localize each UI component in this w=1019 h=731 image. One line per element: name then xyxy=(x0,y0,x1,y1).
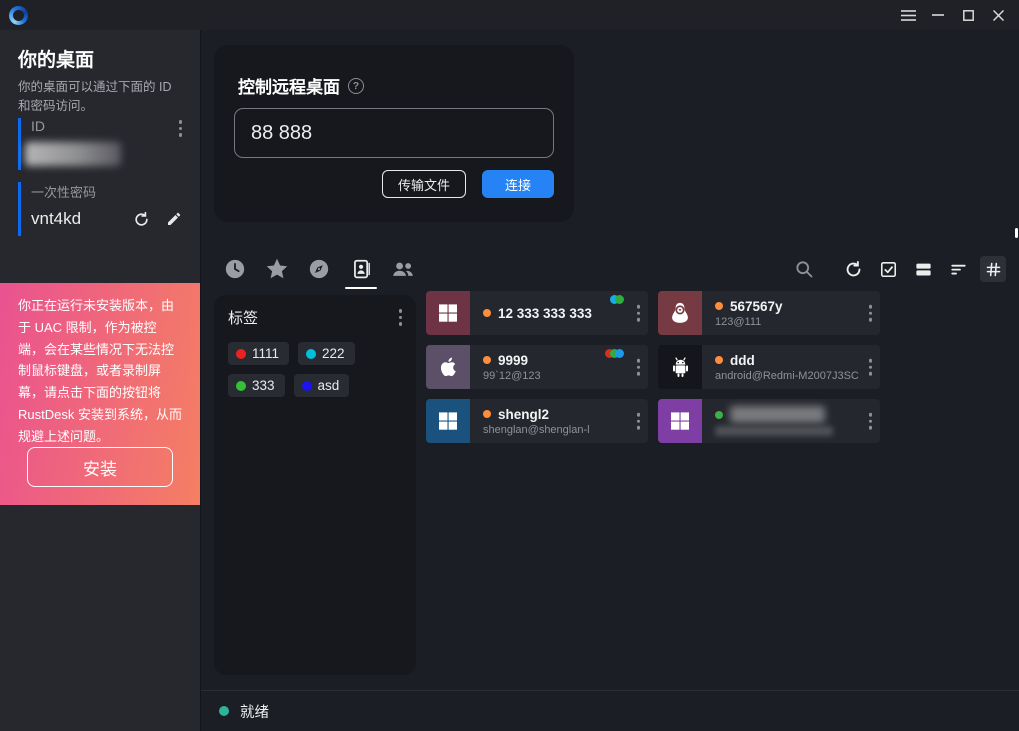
tag-1111[interactable]: 1111 xyxy=(228,342,289,365)
rustdesk-logo-icon xyxy=(9,6,28,25)
id-menu-button[interactable] xyxy=(179,120,183,137)
remote-id-input[interactable] xyxy=(234,108,554,158)
refresh-password-icon[interactable] xyxy=(133,211,150,228)
peer-name-redacted xyxy=(730,406,825,423)
peer-grid: 12 333 333 333 567567y 123@111 xyxy=(426,291,986,443)
id-section: ID xyxy=(18,118,182,170)
tab-favorites[interactable] xyxy=(265,257,289,281)
tag-333[interactable]: 333 xyxy=(228,374,285,397)
ready-status-dot xyxy=(219,706,229,716)
active-tab-underline xyxy=(345,287,377,290)
minimize-button[interactable] xyxy=(925,3,951,27)
linux-logo-icon xyxy=(658,291,702,335)
status-dot xyxy=(715,411,723,419)
connect-panel: 控制远程桌面 ? 传输文件 连接 xyxy=(214,45,574,222)
tab-recent-sessions[interactable] xyxy=(223,257,247,281)
status-dot xyxy=(715,302,723,310)
connect-panel-title: 控制远程桌面 xyxy=(238,73,340,98)
peer-card[interactable]: 567567y 123@111 xyxy=(658,291,880,335)
peer-subtitle-redacted xyxy=(715,426,833,436)
status-dot xyxy=(715,356,723,364)
connect-button[interactable]: 连接 xyxy=(482,170,554,198)
help-icon[interactable]: ? xyxy=(348,78,364,94)
tag-color-dot xyxy=(236,349,246,359)
tags-panel: 标签 1111 222 333 asd xyxy=(214,295,416,675)
sidebar: 你的桌面 你的桌面可以通过下面的 ID 和密码访问。 ID 一次性密码 vnt4… xyxy=(0,30,200,731)
peer-menu-button[interactable] xyxy=(869,359,873,376)
peer-menu-button[interactable] xyxy=(637,359,641,376)
grid-view-icon[interactable] xyxy=(980,256,1006,282)
peer-actionbar xyxy=(782,256,1019,282)
close-button[interactable] xyxy=(985,3,1011,27)
id-label: ID xyxy=(31,118,182,134)
sidebar-description: 你的桌面可以通过下面的 ID 和密码访问。 xyxy=(18,78,184,117)
scrollbar-thumb[interactable] xyxy=(1015,228,1018,238)
peer-tabbar xyxy=(201,243,1019,295)
tags-list: 1111 222 333 asd xyxy=(228,342,402,397)
search-icon[interactable] xyxy=(791,256,817,282)
status-dot xyxy=(483,309,491,317)
titlebar xyxy=(0,0,1019,30)
id-value-redacted xyxy=(25,142,121,166)
password-section: 一次性密码 vnt4kd xyxy=(18,182,182,236)
tag-color-dot xyxy=(236,381,246,391)
ready-status-text: 就绪 xyxy=(240,701,269,722)
tag-222[interactable]: 222 xyxy=(298,342,355,365)
sidebar-title: 你的桌面 xyxy=(18,45,94,72)
windows-logo-icon xyxy=(426,291,470,335)
edit-password-icon[interactable] xyxy=(166,211,182,227)
peer-card[interactable]: shengl2 shenglan@shenglan-l xyxy=(426,399,648,443)
android-logo-icon xyxy=(658,345,702,389)
install-warning-banner: 你正在运行未安装版本，由于 UAC 限制，作为被控端，会在某些情况下无法控制鼠标… xyxy=(0,283,200,505)
maximize-button[interactable] xyxy=(955,3,981,27)
transfer-file-button[interactable]: 传输文件 xyxy=(382,170,466,198)
tab-group[interactable] xyxy=(391,257,415,281)
status-dot xyxy=(483,410,491,418)
tags-title: 标签 xyxy=(228,307,258,328)
peer-menu-button[interactable] xyxy=(869,413,873,430)
connection-badges xyxy=(609,349,624,358)
peer-card[interactable]: 9999 99`12@123 xyxy=(426,345,648,389)
one-time-password-label: 一次性密码 xyxy=(31,182,182,201)
tab-address-book[interactable] xyxy=(349,257,373,281)
peer-menu-button[interactable] xyxy=(869,305,873,322)
peer-card[interactable] xyxy=(658,399,880,443)
main-area: 控制远程桌面 ? 传输文件 连接 xyxy=(200,30,1019,731)
tag-asd[interactable]: asd xyxy=(294,374,350,397)
install-button[interactable]: 安装 xyxy=(27,447,173,487)
card-view-icon[interactable] xyxy=(910,256,936,282)
menu-icon[interactable] xyxy=(895,3,921,27)
peer-card[interactable]: 12 333 333 333 xyxy=(426,291,648,335)
refresh-icon[interactable] xyxy=(840,256,866,282)
install-warning-text: 你正在运行未安装版本，由于 UAC 限制，作为被控端，会在某些情况下无法控制鼠标… xyxy=(18,295,182,448)
sort-icon[interactable] xyxy=(945,256,971,282)
one-time-password-value: vnt4kd xyxy=(31,209,81,229)
window-controls xyxy=(895,3,1019,27)
windows-logo-icon xyxy=(658,399,702,443)
connection-badges xyxy=(614,295,624,304)
status-dot xyxy=(483,356,491,364)
peer-card[interactable]: ddd android@Redmi-M2007J3SC xyxy=(658,345,880,389)
select-checkbox-icon[interactable] xyxy=(875,256,901,282)
tab-discovered[interactable] xyxy=(307,257,331,281)
tag-color-dot xyxy=(302,381,312,391)
apple-logo-icon xyxy=(426,345,470,389)
windows-logo-icon xyxy=(426,399,470,443)
peer-menu-button[interactable] xyxy=(637,413,641,430)
tags-menu-button[interactable] xyxy=(399,309,403,326)
statusbar: 就绪 xyxy=(201,690,1019,731)
tag-color-dot xyxy=(306,349,316,359)
peer-menu-button[interactable] xyxy=(637,305,641,322)
